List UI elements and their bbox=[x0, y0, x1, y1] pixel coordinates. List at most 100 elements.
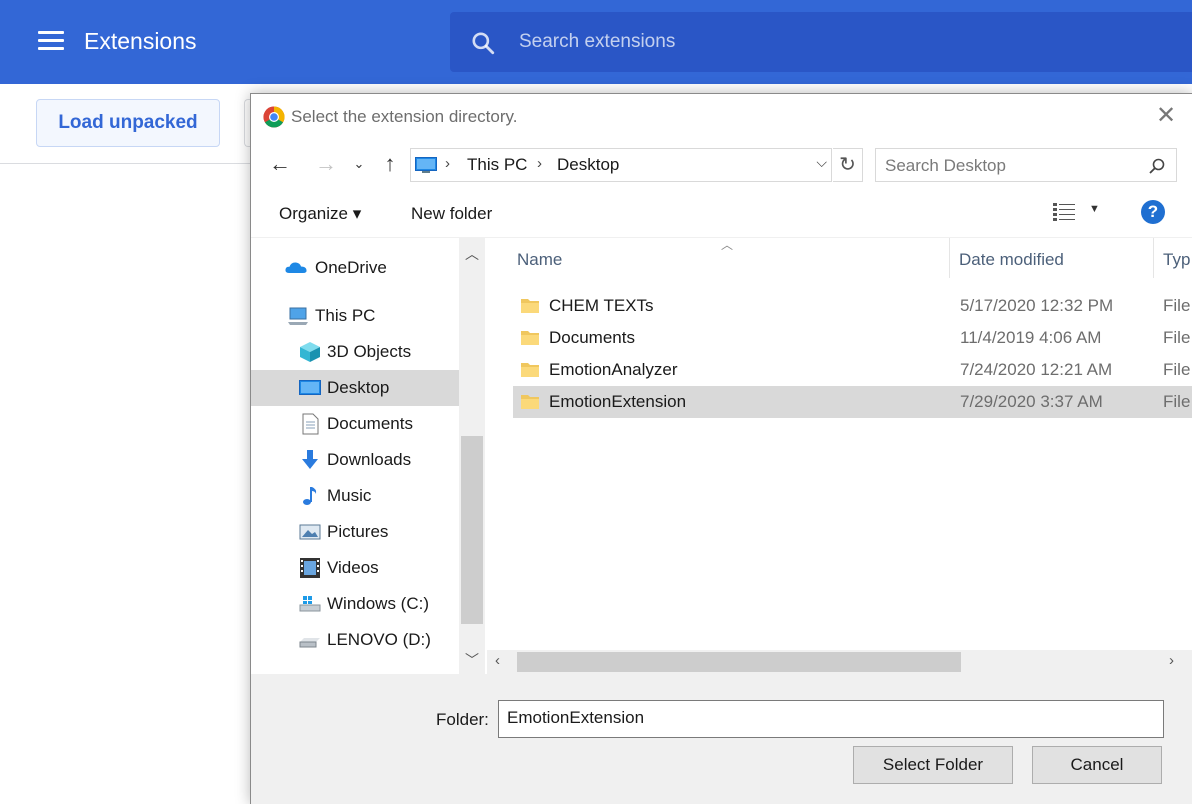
folder-icon bbox=[521, 299, 539, 313]
breadcrumb-desktop[interactable]: Desktop bbox=[557, 155, 619, 175]
address-bar[interactable]: › This PC › Desktop ⌵ bbox=[410, 148, 832, 182]
scroll-up-icon[interactable]: ︿ bbox=[459, 244, 485, 264]
search-desktop-placeholder: Search Desktop bbox=[885, 156, 1006, 175]
file-date: 7/24/2020 12:21 AM bbox=[960, 360, 1113, 379]
tree-item-3d-objects[interactable]: 3D Objects bbox=[251, 334, 459, 370]
tree-item-pictures[interactable]: Pictures bbox=[251, 514, 459, 550]
recent-locations-chevron-icon[interactable]: ⌄ bbox=[351, 150, 367, 178]
breadcrumb-this-pc[interactable]: This PC bbox=[467, 155, 527, 175]
column-header-type[interactable]: Typ bbox=[1163, 238, 1192, 278]
tree-item-label: Music bbox=[327, 486, 372, 505]
file-name: EmotionAnalyzer bbox=[549, 360, 678, 379]
file-row[interactable]: CHEM TEXTs 5/17/2020 12:32 PM File bbox=[513, 290, 1192, 322]
scrollbar-thumb[interactable] bbox=[461, 436, 483, 624]
file-type: File bbox=[1163, 360, 1191, 379]
file-type: File bbox=[1163, 392, 1191, 411]
tree-item-label: This PC bbox=[315, 306, 376, 325]
file-row-selected[interactable]: EmotionExtension 7/29/2020 3:37 AM File bbox=[513, 386, 1192, 418]
this-pc-icon bbox=[415, 157, 437, 173]
help-icon[interactable]: ? bbox=[1141, 200, 1165, 224]
tree-item-label: Windows (C:) bbox=[327, 594, 430, 613]
file-name: Documents bbox=[549, 328, 635, 347]
navigation-row: ← → ⌄ ↑ › This PC › Desktop ⌵ ↻ Search D… bbox=[251, 144, 1192, 184]
file-date: 7/29/2020 3:37 AM bbox=[960, 392, 1103, 411]
tree-item-desktop[interactable]: Desktop bbox=[251, 370, 459, 406]
tree-item-music[interactable]: Music bbox=[251, 478, 459, 514]
navigation-pane-scrollbar[interactable]: ︿ ﹀ bbox=[459, 238, 485, 674]
file-name: EmotionExtension bbox=[549, 392, 687, 411]
tree-item-label: Pictures bbox=[327, 522, 389, 541]
search-icon bbox=[472, 32, 495, 55]
file-date: 5/17/2020 12:32 PM bbox=[960, 296, 1114, 315]
tree-item-downloads[interactable]: Downloads bbox=[251, 442, 459, 478]
column-divider[interactable] bbox=[1153, 238, 1154, 278]
column-header-name[interactable]: Name bbox=[517, 238, 949, 278]
tree-item-windows-c[interactable]: Windows (C:) bbox=[251, 586, 459, 622]
file-date: 11/4/2019 4:06 AM bbox=[960, 328, 1102, 347]
folder-icon bbox=[521, 395, 539, 409]
scroll-down-icon[interactable]: ﹀ bbox=[459, 650, 485, 670]
desktop-icon bbox=[299, 380, 321, 395]
drive-d-icon bbox=[299, 638, 320, 648]
file-row[interactable]: Documents 11/4/2019 4:06 AM File bbox=[513, 322, 1192, 354]
downloads-icon bbox=[302, 450, 318, 469]
organize-menu[interactable]: Organize ▾ bbox=[279, 204, 361, 224]
tree-item-label: Videos bbox=[327, 558, 379, 577]
load-unpacked-button[interactable]: Load unpacked bbox=[36, 99, 220, 147]
search-icon bbox=[1149, 158, 1165, 174]
tree-item-this-pc[interactable]: This PC bbox=[251, 298, 459, 334]
tree-item-onedrive[interactable]: OneDrive bbox=[251, 250, 459, 286]
folder-label: Folder: bbox=[436, 710, 489, 729]
column-header-label: Date modified bbox=[959, 250, 1064, 269]
refresh-icon[interactable]: ↻ bbox=[833, 148, 863, 182]
dialog-footer: Folder: EmotionExtension Select Folder C… bbox=[251, 674, 1192, 804]
column-header-label: Typ bbox=[1163, 250, 1191, 269]
close-icon[interactable]: ✕ bbox=[1154, 104, 1178, 128]
forward-arrow-icon[interactable]: → bbox=[313, 150, 339, 178]
address-dropdown-chevron-icon[interactable]: ⌵ bbox=[816, 154, 827, 171]
up-arrow-icon[interactable]: ↑ bbox=[377, 150, 403, 178]
file-type: File bbox=[1163, 296, 1191, 315]
tree-item-label: 3D Objects bbox=[327, 342, 412, 361]
back-arrow-icon[interactable]: ← bbox=[267, 150, 293, 178]
column-header-date-modified[interactable]: Date modified bbox=[959, 238, 1153, 278]
tree-item-documents[interactable]: Documents bbox=[251, 406, 459, 442]
music-icon bbox=[303, 487, 317, 505]
onedrive-icon bbox=[285, 262, 307, 273]
folder-icon bbox=[521, 363, 539, 377]
select-folder-button[interactable]: Select Folder bbox=[853, 746, 1013, 784]
scrollbar-thumb[interactable] bbox=[517, 652, 961, 672]
pictures-icon bbox=[299, 524, 321, 540]
computer-icon bbox=[288, 307, 308, 325]
file-type: File bbox=[1163, 328, 1191, 347]
scroll-right-icon[interactable]: › bbox=[1169, 652, 1174, 669]
select-folder-dialog: Select the extension directory. ✕ ← → ⌄ … bbox=[250, 93, 1192, 804]
extensions-header: Extensions Search extensions bbox=[0, 0, 1192, 84]
tree-item-label: OneDrive bbox=[315, 258, 387, 277]
view-options-icon[interactable] bbox=[1053, 202, 1077, 222]
tree-item-label: LENOVO (D:) bbox=[327, 630, 431, 649]
navigation-pane: OneDrive This PC 3D Objects Desktop Docu… bbox=[251, 238, 485, 674]
folder-name-input[interactable]: EmotionExtension bbox=[498, 700, 1164, 738]
scroll-left-icon[interactable]: ‹ bbox=[495, 652, 500, 669]
search-desktop-input[interactable]: Search Desktop bbox=[875, 148, 1177, 182]
file-list: ︿ Name Date modified Typ CHEM TEXTs 5/17… bbox=[487, 238, 1192, 674]
column-header-label: Name bbox=[517, 250, 563, 269]
videos-icon bbox=[300, 558, 320, 578]
tree-item-label: Downloads bbox=[327, 450, 412, 469]
column-divider[interactable] bbox=[949, 238, 950, 278]
view-dropdown-icon[interactable]: ▼ bbox=[1089, 203, 1100, 215]
cancel-button[interactable]: Cancel bbox=[1032, 746, 1162, 784]
3d-objects-icon bbox=[300, 342, 320, 362]
hamburger-menu-icon[interactable] bbox=[38, 31, 64, 51]
file-list-horizontal-scrollbar[interactable]: ‹ › bbox=[487, 650, 1192, 674]
folder-icon bbox=[521, 331, 539, 345]
page-title: Extensions bbox=[84, 28, 197, 54]
breadcrumb-separator-icon: › bbox=[445, 155, 450, 172]
tree-item-videos[interactable]: Videos bbox=[251, 550, 459, 586]
extensions-search-bar[interactable]: Search extensions bbox=[450, 12, 1192, 72]
extensions-search-placeholder: Search extensions bbox=[519, 31, 676, 52]
file-row[interactable]: EmotionAnalyzer 7/24/2020 12:21 AM File bbox=[513, 354, 1192, 386]
tree-item-lenovo-d[interactable]: LENOVO (D:) bbox=[251, 622, 459, 658]
new-folder-button[interactable]: New folder bbox=[411, 204, 492, 224]
